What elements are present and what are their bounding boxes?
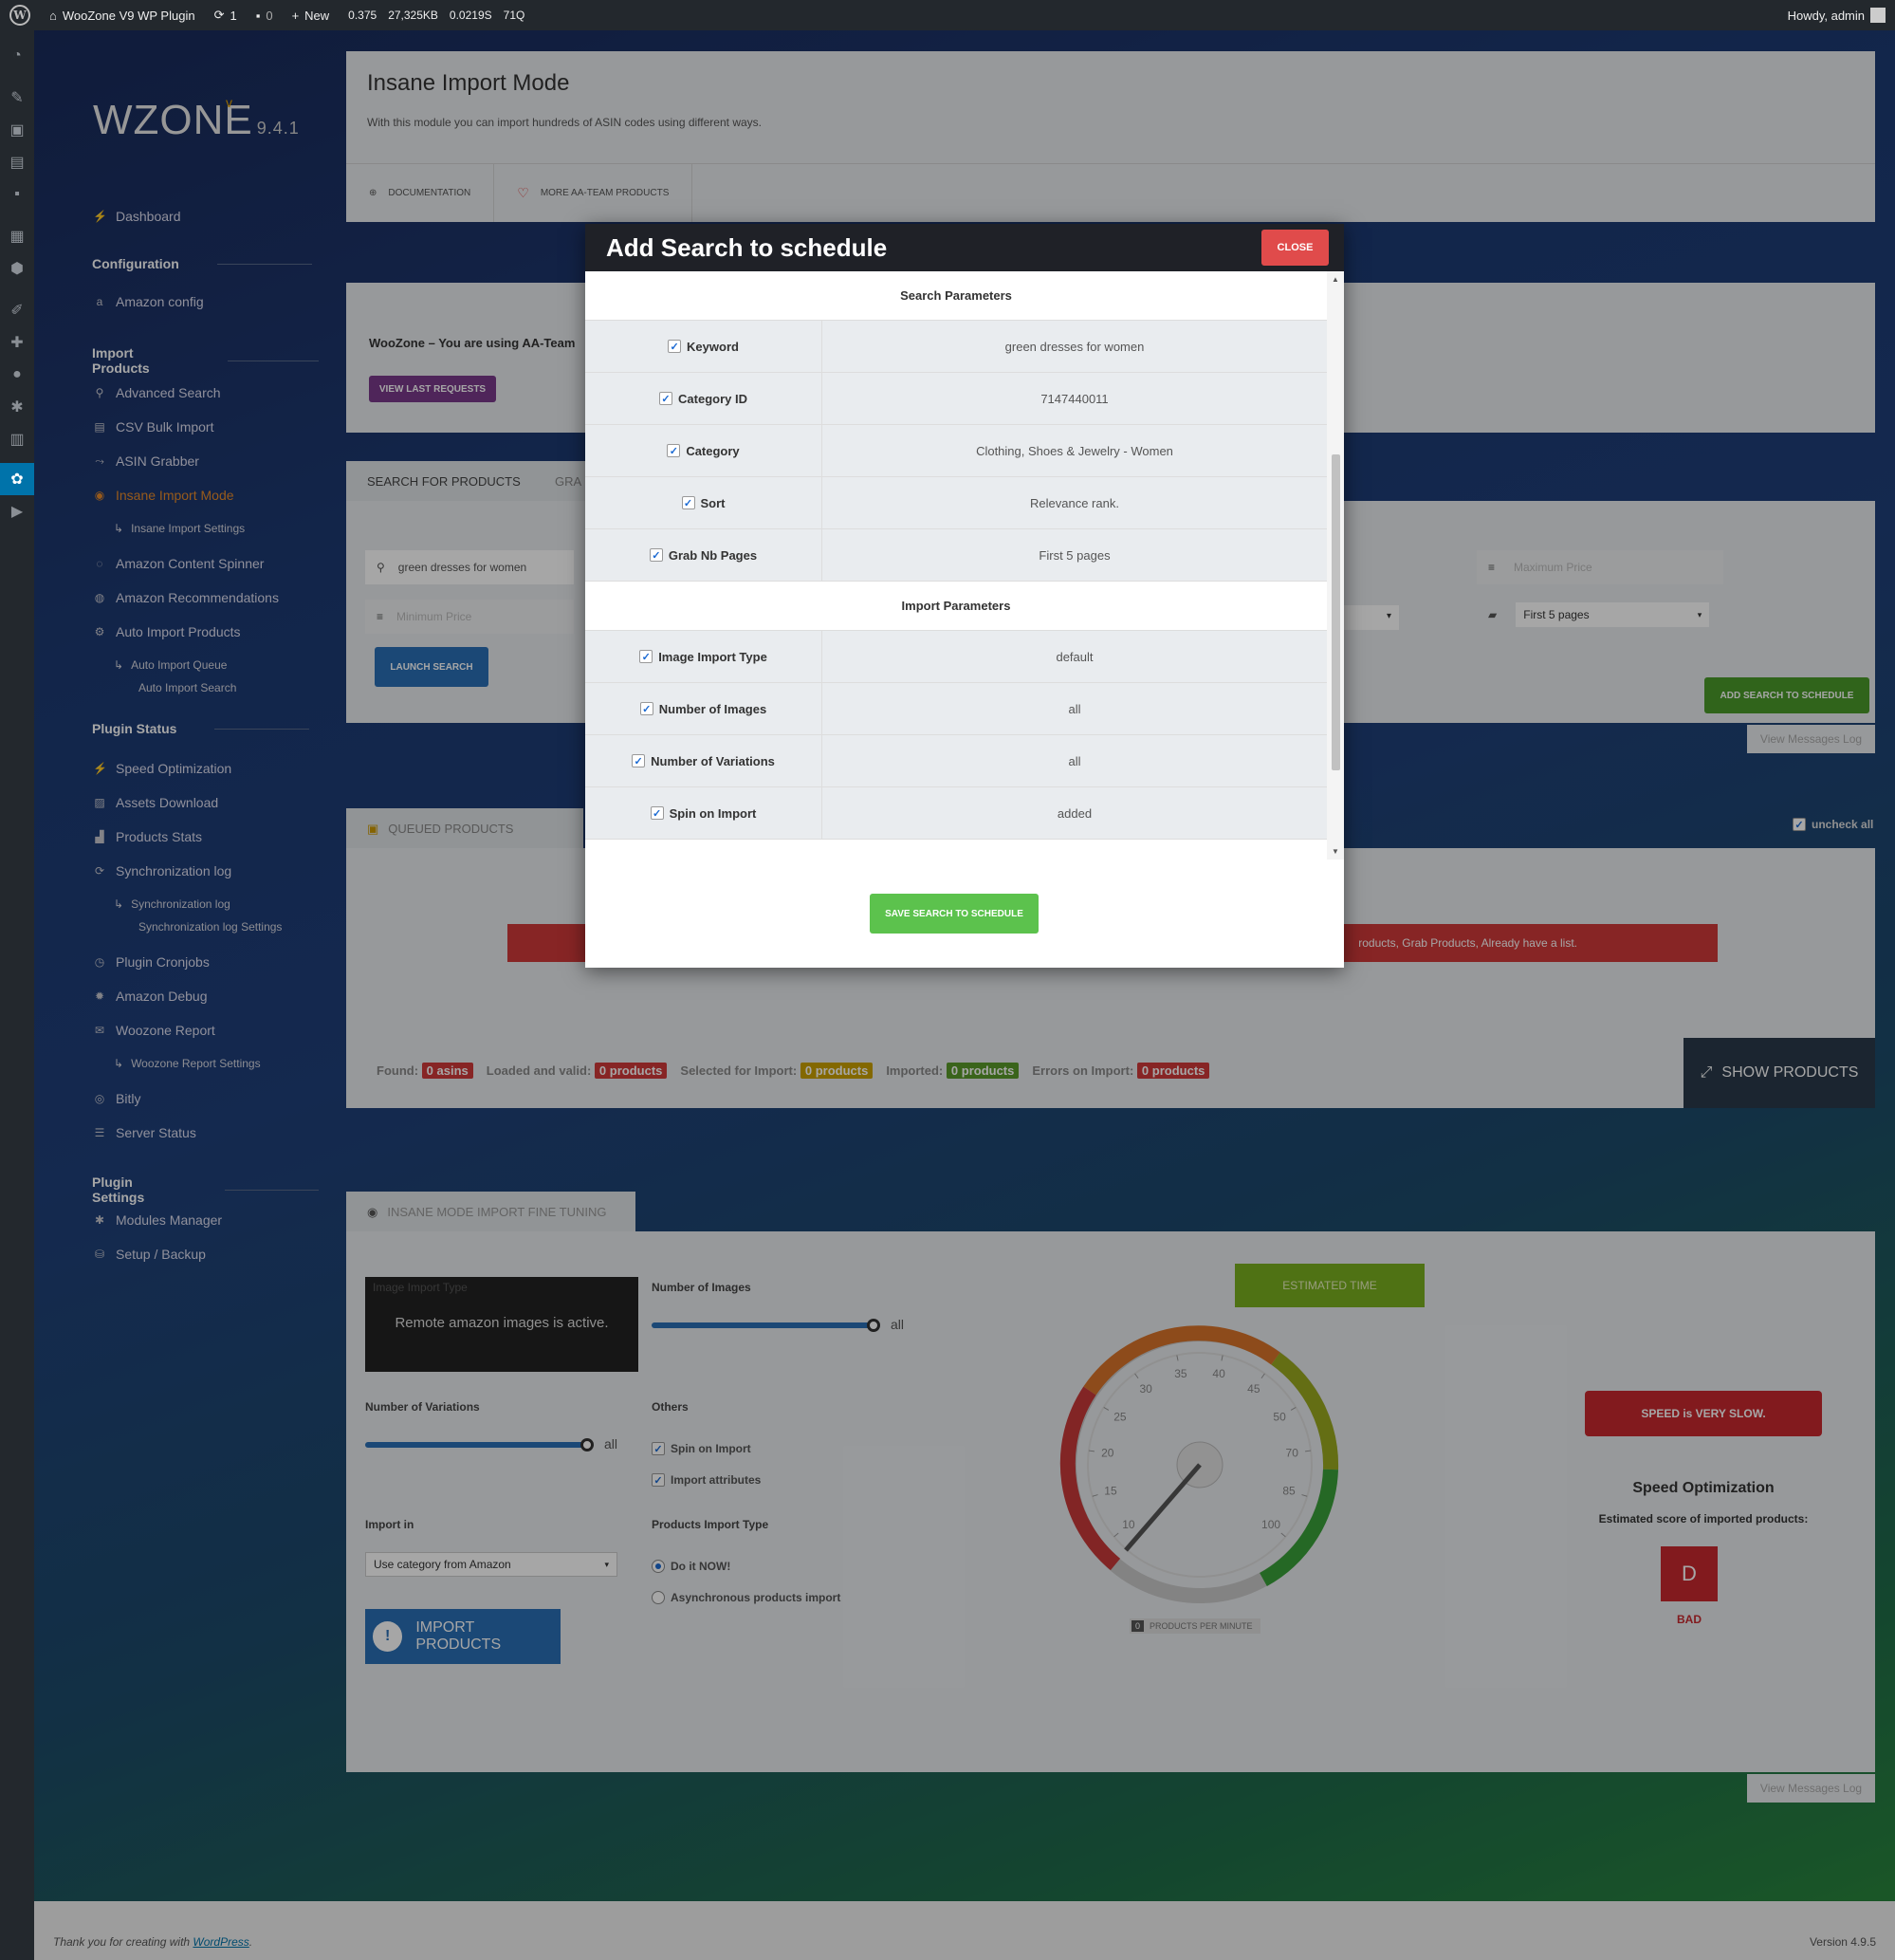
scroll-up-icon[interactable]: ▲ xyxy=(1327,275,1344,284)
parameter-label-cell: ✓ Image Import Type xyxy=(585,631,822,682)
parameter-label: Category xyxy=(686,443,740,458)
comment-icon: ▪ xyxy=(255,8,261,23)
site-name: WooZone V9 WP Plugin xyxy=(62,8,195,23)
parameter-checkbox[interactable]: ✓ xyxy=(659,392,673,405)
parameter-label-cell: ✓ Number of Images xyxy=(585,683,822,734)
settings-menu-icon[interactable]: ▥ xyxy=(0,423,34,455)
wp-logo-menu[interactable]: W xyxy=(0,0,40,30)
comments-menu-icon[interactable]: ▪ xyxy=(0,178,34,211)
new-label: New xyxy=(304,8,330,23)
howdy-text: Howdy, admin xyxy=(1787,8,1865,23)
search-parameters-heading: Search Parameters xyxy=(585,271,1327,321)
media-menu-icon[interactable]: ▣ xyxy=(0,114,34,146)
parameter-row: ✓ Keyword green dresses for women xyxy=(585,321,1327,373)
products-menu-icon[interactable]: ⬢ xyxy=(0,252,34,285)
woozone-menu-icon[interactable]: ✿ xyxy=(0,463,34,495)
comments-count: 0 xyxy=(266,8,273,23)
plugins-menu-icon[interactable]: ✚ xyxy=(0,326,34,359)
parameter-row: ✓ Number of Variations all xyxy=(585,735,1327,787)
parameter-value: all xyxy=(1068,753,1081,768)
new-content-link[interactable]: + New xyxy=(283,0,340,30)
search-parameters-table: ✓ Keyword green dresses for women ✓ Category… xyxy=(585,321,1327,582)
parameter-row: ✓ Category Clothing, Shoes & Jewelry - Wom… xyxy=(585,425,1327,477)
avatar xyxy=(1870,8,1886,23)
close-button[interactable]: CLOSE xyxy=(1261,230,1329,266)
updates-link[interactable]: ⟳ 1 xyxy=(205,0,247,30)
parameter-label: Number of Images xyxy=(658,701,767,716)
modal-header: Add Search to schedule CLOSE xyxy=(585,224,1344,271)
parameter-checkbox[interactable]: ✓ xyxy=(667,444,681,457)
parameter-checkbox[interactable]: ✓ xyxy=(668,340,682,353)
parameter-checkbox[interactable]: ✓ xyxy=(639,650,653,663)
modal-title: Add Search to schedule xyxy=(606,232,888,262)
tools-menu-icon[interactable]: ✱ xyxy=(0,391,34,423)
import-parameters-heading: Import Parameters xyxy=(585,582,1327,631)
parameter-checkbox[interactable]: ✓ xyxy=(650,806,664,820)
pages-menu-icon[interactable]: ▤ xyxy=(0,146,34,178)
modal-scrollbar[interactable]: ▲ ▼ xyxy=(1327,271,1344,860)
posts-menu-icon[interactable]: ✎ xyxy=(0,82,34,114)
save-search-to-schedule-button[interactable]: SAVE SEARCH TO SCHEDULE xyxy=(870,894,1039,934)
import-parameters-table: ✓ Image Import Type default ✓ Number of Imag… xyxy=(585,631,1327,840)
debug-stats: 0.375 27,325KB 0.0219S 71Q xyxy=(339,0,534,30)
parameter-label: Sort xyxy=(700,495,726,510)
parameter-checkbox[interactable]: ✓ xyxy=(639,702,653,715)
refresh-icon: ⟳ xyxy=(213,8,225,22)
parameter-label: Spin on Import xyxy=(669,805,757,821)
parameter-row: ✓ Category ID 7147440011 xyxy=(585,373,1327,425)
parameter-value: Clothing, Shoes & Jewelry - Women xyxy=(976,443,1173,458)
parameter-value: default xyxy=(1056,649,1094,664)
updates-count: 1 xyxy=(230,8,237,23)
parameter-checkbox[interactable]: ✓ xyxy=(632,754,646,767)
parameter-label-cell: ✓ Sort xyxy=(585,477,822,528)
stat-time: 0.375 xyxy=(348,9,377,22)
parameter-row: ✓ Number of Images all xyxy=(585,683,1327,735)
admin-menu: ◔ ✎ ▣ ▤ ▪ ▦ ⬢ ✐ ✚ ● ✱ ▥ ✿ ▶ xyxy=(0,30,34,1960)
play-menu-icon[interactable]: ▶ xyxy=(0,495,34,527)
parameter-row: ✓ Sort Relevance rank. xyxy=(585,477,1327,529)
parameter-label-cell: ✓ Category ID xyxy=(585,373,822,424)
parameter-row: ✓ Grab Nb Pages First 5 pages xyxy=(585,529,1327,582)
parameter-row: ✓ Image Import Type default xyxy=(585,631,1327,683)
parameter-row: ✓ Spin on Import added xyxy=(585,787,1327,840)
parameter-value: green dresses for women xyxy=(1004,339,1145,354)
scrollbar-thumb[interactable] xyxy=(1332,454,1340,770)
parameter-value: First 5 pages xyxy=(1039,547,1111,563)
parameter-value: all xyxy=(1068,701,1081,716)
plus-icon: + xyxy=(291,8,300,23)
stat-query-time: 0.0219S xyxy=(449,9,492,22)
users-menu-icon[interactable]: ● xyxy=(0,359,34,391)
home-icon: ⌂ xyxy=(49,8,57,23)
parameter-value: added xyxy=(1057,805,1093,821)
parameter-label-cell: ✓ Spin on Import xyxy=(585,787,822,839)
parameter-label: Category ID xyxy=(678,391,747,406)
modal-body[interactable]: Search Parameters ✓ Keyword green dresses … xyxy=(585,271,1327,860)
parameter-checkbox[interactable]: ✓ xyxy=(681,496,695,509)
parameter-label-cell: ✓ Grab Nb Pages xyxy=(585,529,822,581)
woocommerce-menu-icon[interactable]: ▦ xyxy=(0,220,34,252)
scroll-down-icon[interactable]: ▼ xyxy=(1327,847,1344,856)
parameter-label-cell: ✓ Category xyxy=(585,425,822,476)
stat-queries: 71Q xyxy=(503,9,525,22)
parameter-value: 7147440011 xyxy=(1040,391,1109,406)
parameter-value: Relevance rank. xyxy=(1030,495,1119,510)
parameter-label-cell: ✓ Number of Variations xyxy=(585,735,822,786)
comments-link[interactable]: ▪ 0 xyxy=(247,0,283,30)
dashboard-menu-icon[interactable]: ◔ xyxy=(0,40,34,72)
stat-memory: 27,325KB xyxy=(388,9,438,22)
add-search-modal: Add Search to schedule CLOSE Search Para… xyxy=(585,224,1344,968)
parameter-checkbox[interactable]: ✓ xyxy=(649,548,663,562)
parameter-label: Grab Nb Pages xyxy=(668,547,758,563)
parameter-label: Image Import Type xyxy=(658,649,767,664)
parameter-label: Keyword xyxy=(687,339,739,354)
parameter-label-cell: ✓ Keyword xyxy=(585,321,822,372)
my-account-link[interactable]: Howdy, admin xyxy=(1778,0,1895,30)
parameter-label: Number of Variations xyxy=(651,753,775,768)
wordpress-icon: W xyxy=(9,5,30,26)
appearance-menu-icon[interactable]: ✐ xyxy=(0,294,34,326)
site-name-link[interactable]: ⌂ WooZone V9 WP Plugin xyxy=(40,0,205,30)
admin-bar: W ⌂ WooZone V9 WP Plugin ⟳ 1 ▪ 0 + New 0.375… xyxy=(0,0,1895,30)
